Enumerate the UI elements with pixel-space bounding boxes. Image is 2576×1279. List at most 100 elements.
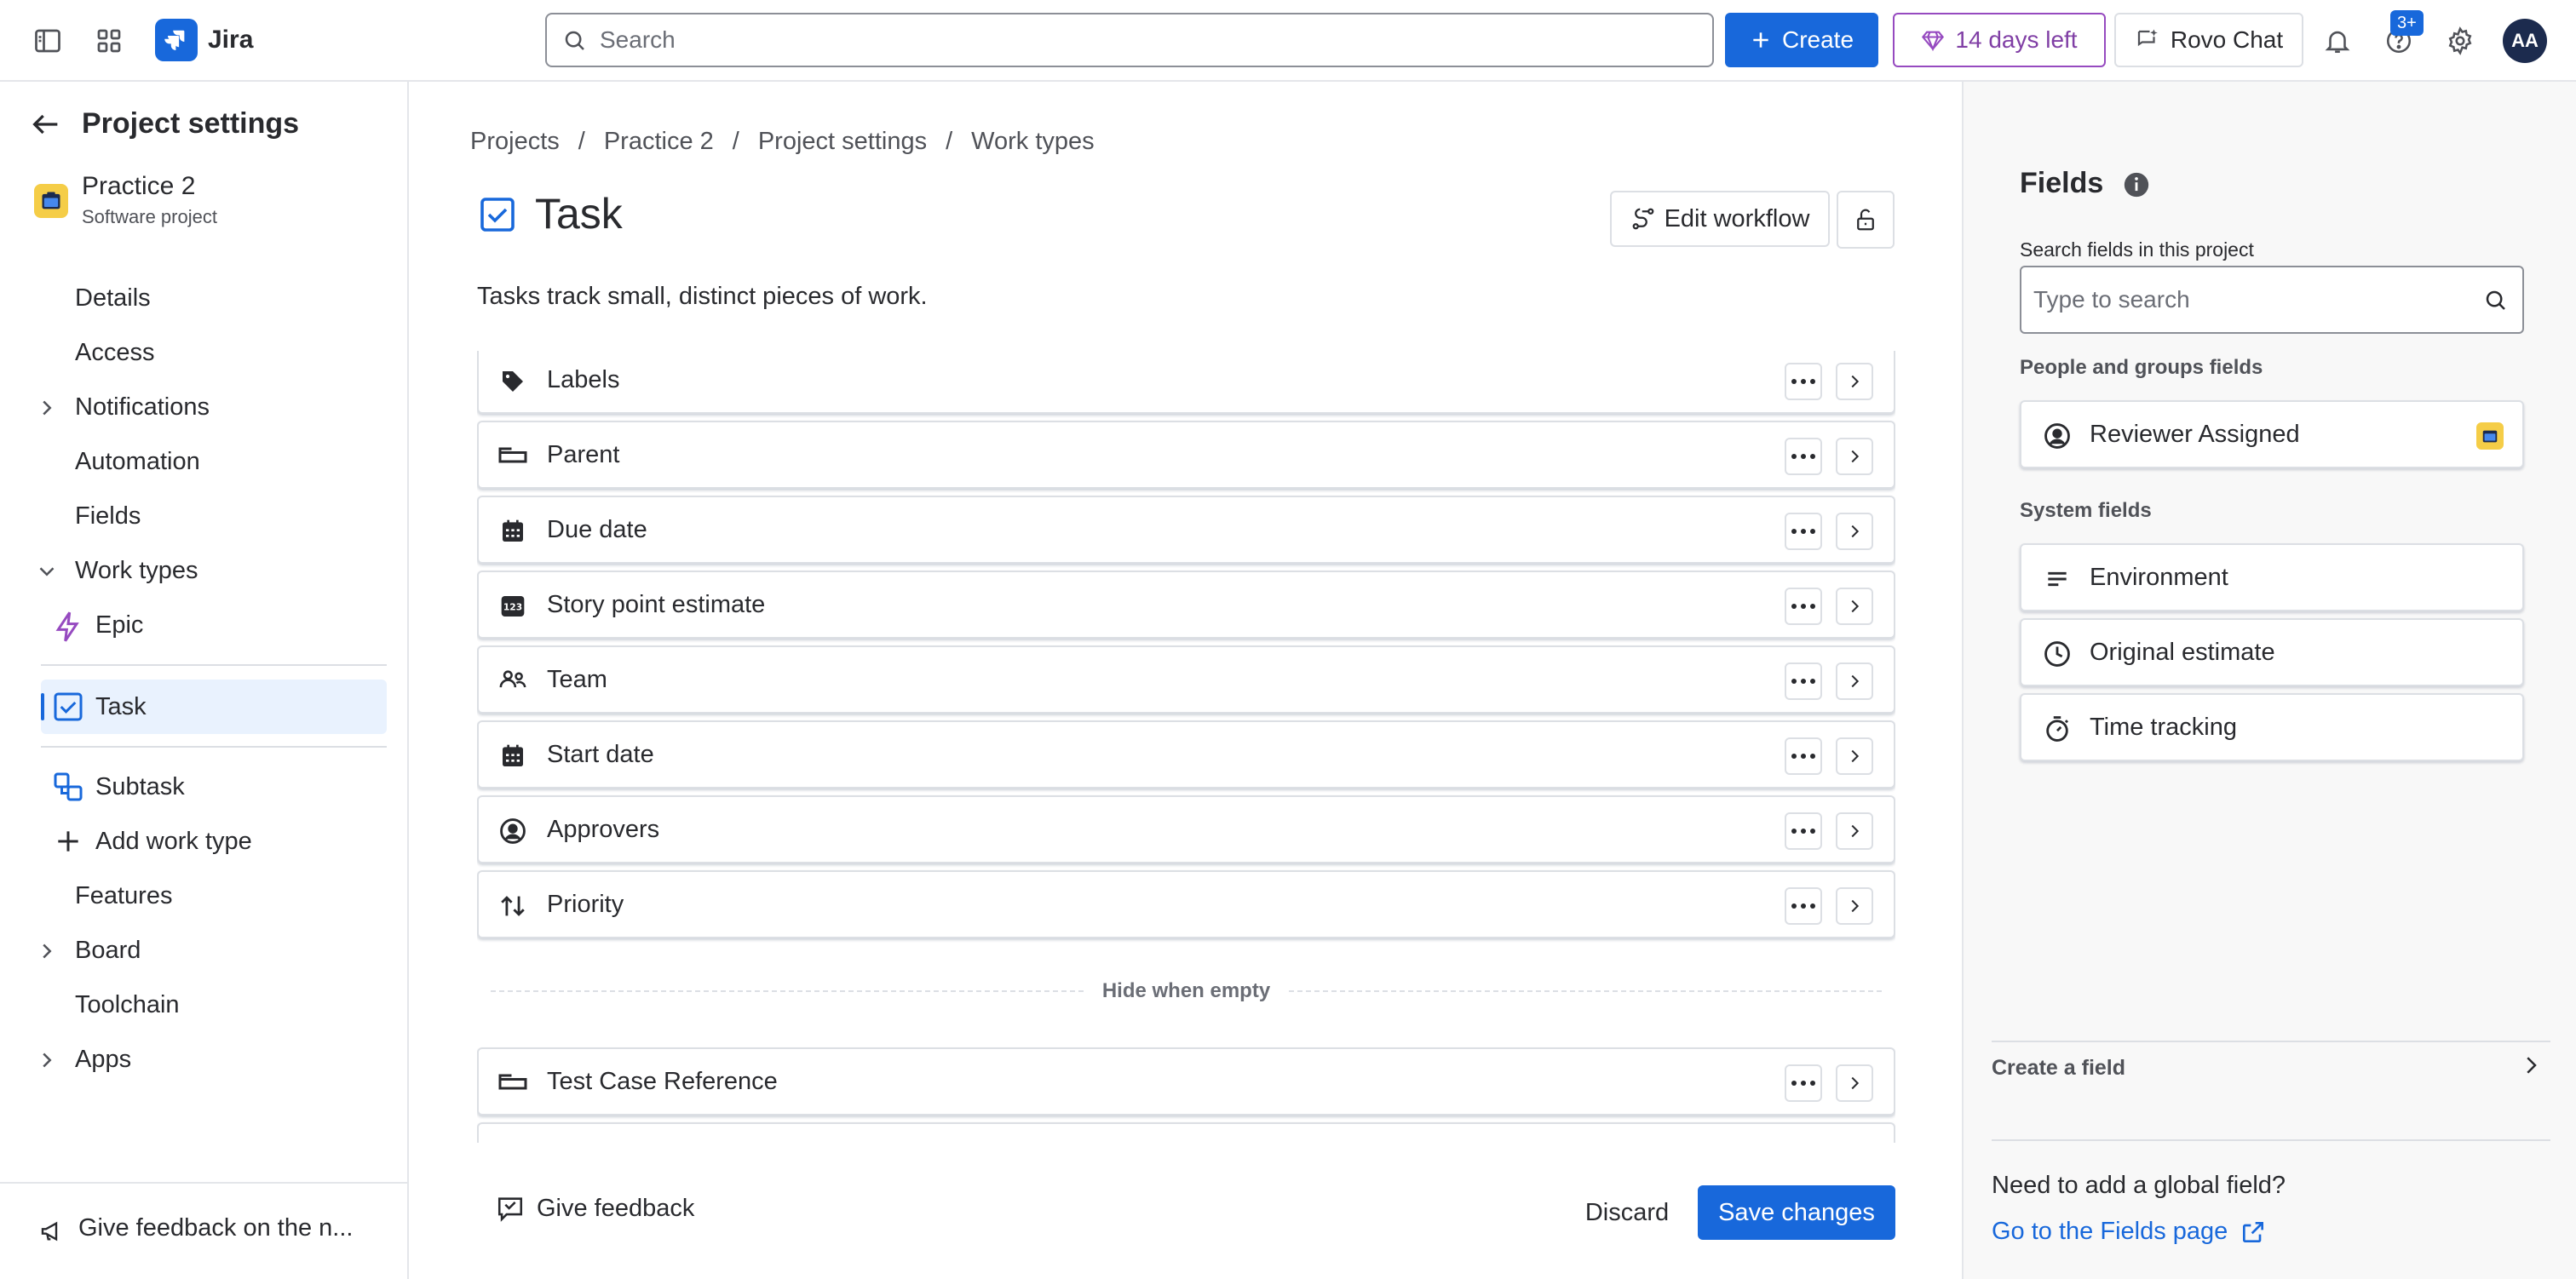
sidebar-item-board[interactable]: Board bbox=[75, 932, 141, 969]
field-row[interactable]: Parent bbox=[477, 421, 1895, 489]
create-button[interactable]: Create bbox=[1725, 13, 1878, 67]
more-options-icon[interactable] bbox=[1785, 588, 1822, 625]
divider bbox=[0, 1182, 409, 1184]
field-row[interactable]: Labels bbox=[477, 351, 1895, 414]
more-options-icon[interactable] bbox=[1785, 363, 1822, 400]
field-row[interactable]: Approvers bbox=[477, 795, 1895, 863]
notifications-bell-icon[interactable] bbox=[2317, 20, 2358, 61]
more-options-icon[interactable] bbox=[1785, 737, 1822, 775]
more-options-icon[interactable] bbox=[1785, 662, 1822, 700]
top-navigation: Jira Search Create 14 days left Rovo Cha… bbox=[0, 0, 2576, 82]
more-options-icon[interactable] bbox=[1785, 887, 1822, 925]
breadcrumb-work-types[interactable]: Work types bbox=[971, 128, 1095, 156]
sidebar-item-automation[interactable]: Automation bbox=[75, 443, 200, 480]
sidebar-toggle-icon[interactable] bbox=[27, 20, 68, 61]
field-row[interactable]: 123 Story point estimate bbox=[477, 571, 1895, 639]
more-options-icon[interactable] bbox=[1785, 513, 1822, 550]
field-label: Story point estimate bbox=[547, 591, 766, 618]
chevron-right-icon[interactable] bbox=[1836, 737, 1873, 775]
chevron-right-icon[interactable] bbox=[1836, 887, 1873, 925]
sidebar-feedback-button[interactable]: Give feedback on the n... bbox=[78, 1214, 353, 1242]
sidebar-item-notifications[interactable]: Notifications bbox=[75, 388, 210, 426]
chevron-right-icon[interactable] bbox=[1836, 1064, 1873, 1102]
more-options-icon[interactable] bbox=[1785, 812, 1822, 850]
trial-button[interactable]: 14 days left bbox=[1893, 13, 2106, 67]
project-type: Software project bbox=[82, 206, 217, 227]
add-work-type-button[interactable]: Add work type bbox=[95, 823, 252, 860]
breadcrumb-practice-2[interactable]: Practice 2 bbox=[604, 128, 714, 156]
field-label: Labels bbox=[547, 366, 620, 393]
give-feedback-label: Give feedback bbox=[537, 1194, 695, 1222]
sidebar-item-work-types[interactable]: Work types bbox=[75, 552, 198, 589]
sidebar-item-details[interactable]: Details bbox=[75, 279, 151, 317]
global-search-input[interactable]: Search bbox=[545, 13, 1714, 67]
info-icon[interactable] bbox=[2122, 170, 2151, 199]
more-options-icon[interactable] bbox=[1785, 1064, 1822, 1102]
fields-page-link-label: Go to the Fields page bbox=[1992, 1218, 2228, 1245]
divider bbox=[41, 746, 387, 748]
discard-button[interactable]: Discard bbox=[1567, 1185, 1687, 1240]
app-name[interactable]: Jira bbox=[208, 26, 253, 54]
search-fields-input[interactable]: Type to search bbox=[2020, 266, 2524, 334]
chevron-down-icon[interactable] bbox=[34, 559, 60, 584]
chevron-right-icon[interactable] bbox=[1836, 438, 1873, 475]
chevron-right-icon[interactable] bbox=[1836, 513, 1873, 550]
plus-icon bbox=[1750, 29, 1772, 51]
divider bbox=[1992, 1139, 2550, 1141]
chevron-right-icon[interactable] bbox=[1836, 363, 1873, 400]
chevron-right-icon[interactable] bbox=[1836, 812, 1873, 850]
sidebar-item-task-selected[interactable] bbox=[41, 680, 387, 734]
chevron-right-icon[interactable] bbox=[1836, 662, 1873, 700]
field-card[interactable]: Reviewer Assigned bbox=[2020, 400, 2524, 468]
field-card[interactable]: Original estimate bbox=[2020, 618, 2524, 686]
project-settings-sidebar: Project settings Practice 2 Software pro… bbox=[0, 82, 409, 1279]
breadcrumb-projects[interactable]: Projects bbox=[470, 128, 560, 156]
sidebar-item-access[interactable]: Access bbox=[75, 334, 154, 371]
field-card-label: Time tracking bbox=[2090, 714, 2237, 741]
back-arrow-icon[interactable] bbox=[29, 107, 63, 141]
fields-page-link[interactable]: Go to the Fields page bbox=[1992, 1218, 2267, 1246]
edit-workflow-button[interactable]: Edit workflow bbox=[1610, 191, 1830, 247]
create-field-button[interactable]: Create a field bbox=[1992, 1044, 2550, 1092]
field-row[interactable]: Due date bbox=[477, 496, 1895, 564]
save-changes-button[interactable]: Save changes bbox=[1698, 1185, 1895, 1240]
app-switcher-icon[interactable] bbox=[89, 20, 129, 61]
parent-icon bbox=[496, 1066, 530, 1100]
sidebar-item-epic[interactable]: Epic bbox=[95, 606, 143, 644]
give-feedback-button[interactable]: Give feedback bbox=[496, 1194, 694, 1223]
sidebar-item-subtask[interactable]: Subtask bbox=[95, 768, 185, 806]
sidebar-item-features[interactable]: Features bbox=[75, 877, 172, 915]
sidebar-item-fields[interactable]: Fields bbox=[75, 497, 141, 535]
user-avatar[interactable]: AA bbox=[2503, 19, 2547, 63]
chevron-right-icon[interactable] bbox=[1836, 588, 1873, 625]
field-row[interactable]: Start date bbox=[477, 720, 1895, 789]
chevron-right-icon[interactable] bbox=[34, 1047, 60, 1073]
project-avatar-icon bbox=[2476, 422, 2504, 450]
field-row-partial[interactable] bbox=[477, 1122, 1895, 1143]
more-options-icon[interactable] bbox=[1785, 438, 1822, 475]
field-row[interactable]: Team bbox=[477, 645, 1895, 714]
field-label: Parent bbox=[547, 441, 620, 468]
subtask-icon bbox=[51, 770, 85, 804]
priority-icon bbox=[496, 889, 530, 923]
plus-icon bbox=[51, 824, 85, 858]
jira-logo-icon[interactable] bbox=[155, 19, 198, 61]
epic-lightning-icon bbox=[51, 610, 85, 644]
chevron-right-icon[interactable] bbox=[34, 395, 60, 421]
sidebar-item-toolchain[interactable]: Toolchain bbox=[75, 986, 180, 1024]
field-row[interactable]: Priority bbox=[477, 870, 1895, 938]
chevron-right-icon bbox=[2518, 1052, 2544, 1078]
unlock-icon[interactable] bbox=[1837, 191, 1895, 249]
field-card[interactable]: Environment bbox=[2020, 543, 2524, 611]
sidebar-item-task[interactable]: Task bbox=[95, 688, 147, 726]
breadcrumb-project-settings[interactable]: Project settings bbox=[758, 128, 927, 156]
rovo-chat-button[interactable]: Rovo Chat bbox=[2114, 13, 2303, 67]
chevron-right-icon[interactable] bbox=[34, 938, 60, 964]
settings-gear-icon[interactable] bbox=[2440, 20, 2481, 61]
field-row[interactable]: Test Case Reference bbox=[477, 1047, 1895, 1116]
dashed-line bbox=[491, 990, 1084, 992]
sidebar-item-apps[interactable]: Apps bbox=[75, 1041, 131, 1078]
people-groups-heading: People and groups fields bbox=[2020, 356, 2263, 379]
edit-workflow-label: Edit workflow bbox=[1664, 204, 1810, 232]
field-card[interactable]: Time tracking bbox=[2020, 693, 2524, 761]
